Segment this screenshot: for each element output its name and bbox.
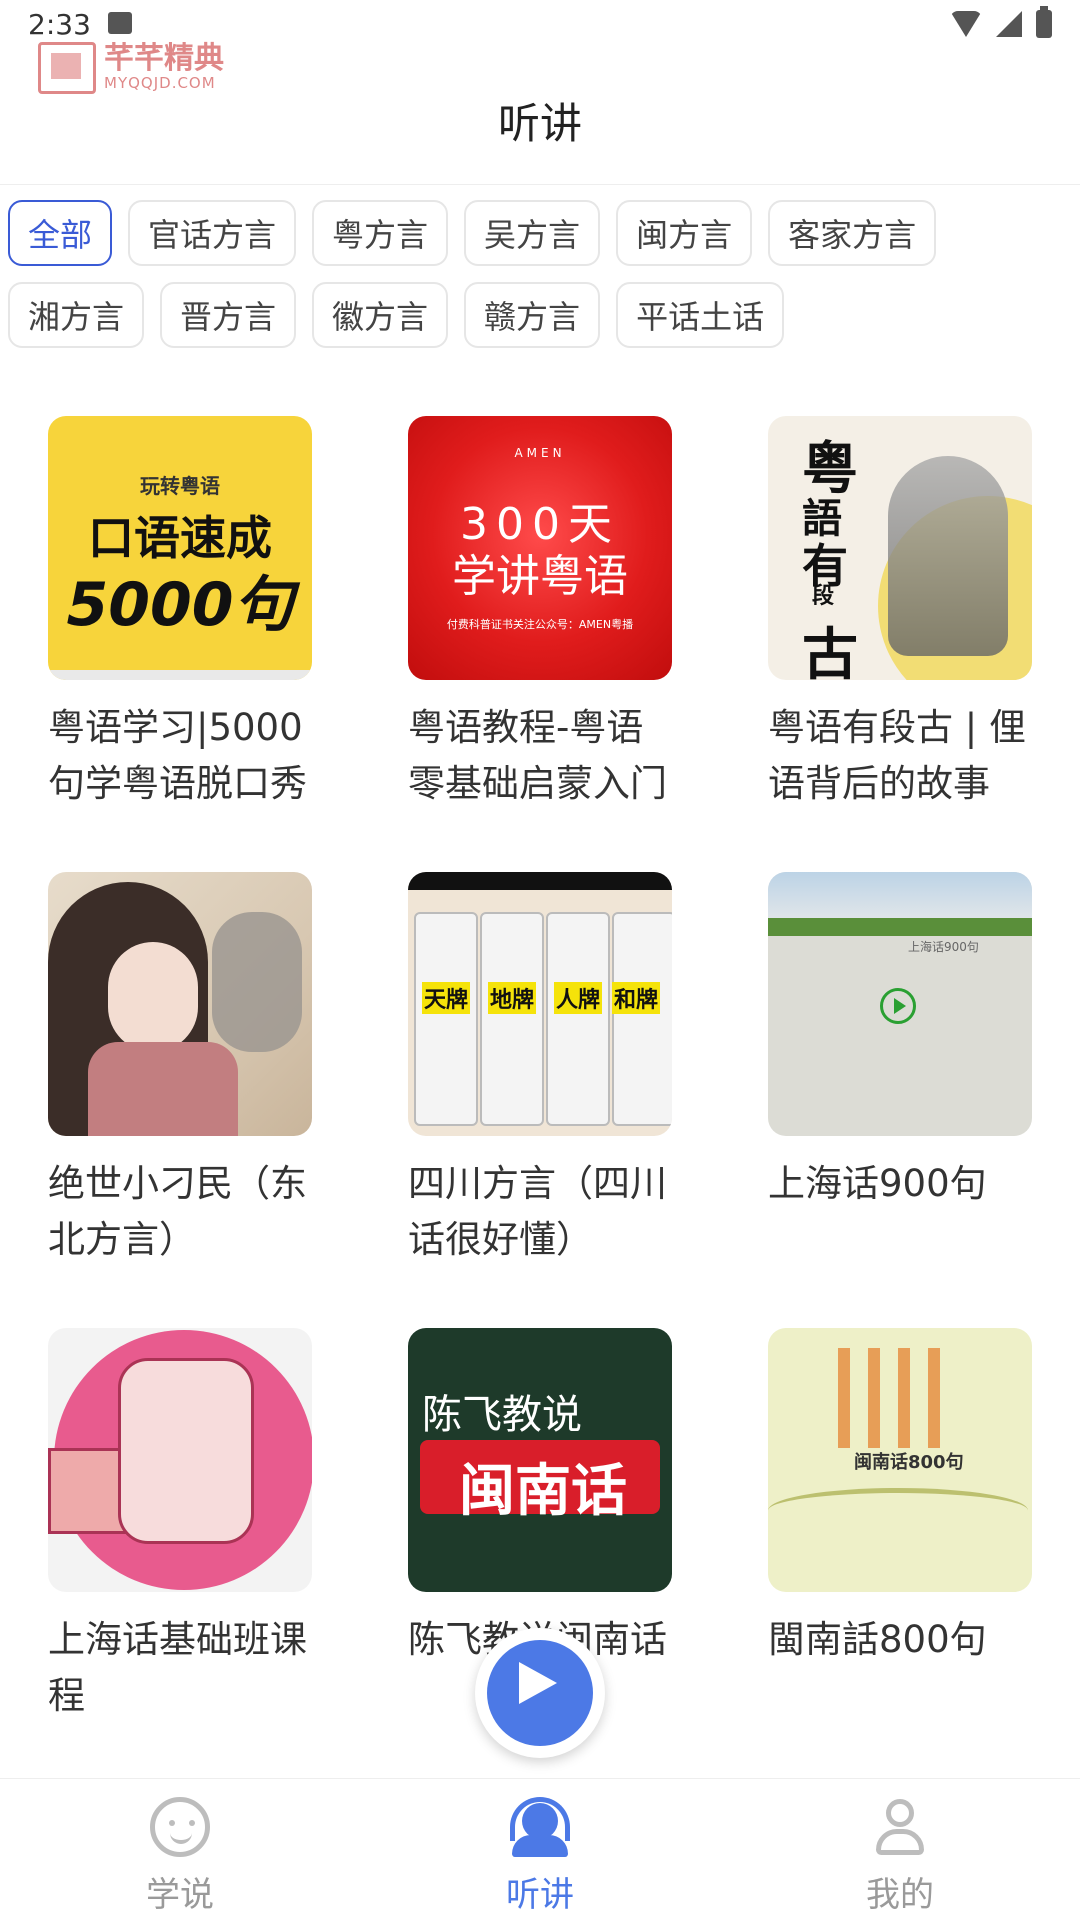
tab-label: 我的 bbox=[866, 1875, 934, 1915]
status-icons bbox=[950, 6, 1052, 38]
mahjong-tile bbox=[612, 912, 672, 1126]
course-title[interactable]: 绝世小刁民（东北方言） bbox=[48, 1156, 318, 1268]
battery-icon bbox=[1036, 6, 1052, 38]
page-title: 听讲 bbox=[497, 99, 582, 148]
dialect-filter-chips: 全部 官话方言 粤方言 吴方言 闽方言 客家方言 湘方言 晋方言 徽方言 赣方言… bbox=[8, 200, 1072, 348]
body-shape bbox=[876, 1829, 924, 1855]
course-card[interactable]: 闽南话800句 閩南話800句 bbox=[768, 1328, 1032, 1668]
cover-band bbox=[48, 670, 312, 680]
cover-text: 5000句 bbox=[66, 570, 294, 640]
cover-face bbox=[108, 942, 198, 1052]
cover-text: 人牌 bbox=[554, 982, 603, 1014]
cover-text: 闽南话 bbox=[459, 1459, 627, 1524]
status-time: 2:33 bbox=[28, 8, 91, 41]
course-cover[interactable] bbox=[48, 1328, 312, 1592]
filter-chip-all[interactable]: 全部 bbox=[8, 200, 113, 266]
tab-learn-speak[interactable]: 学说 bbox=[80, 1797, 280, 1916]
course-cover[interactable]: 粤 語 有 段 古 bbox=[768, 416, 1032, 680]
filter-chip-hui[interactable]: 徽方言 bbox=[312, 282, 449, 348]
chat-face-icon bbox=[150, 1797, 210, 1857]
headphones-user-icon bbox=[510, 1797, 570, 1857]
tab-me[interactable]: 我的 bbox=[800, 1797, 1000, 1916]
play-circle-icon bbox=[880, 988, 916, 1024]
head-shape bbox=[522, 1803, 558, 1839]
filter-chip-wu[interactable]: 吴方言 bbox=[464, 200, 601, 266]
filter-chip-mandarin[interactable]: 官话方言 bbox=[128, 200, 297, 266]
course-cover[interactable]: 陈飞教说 闽南话 bbox=[408, 1328, 672, 1592]
course-card[interactable]: 天牌 地牌 人牌 和牌 四川方言（四川话很好懂） bbox=[408, 872, 672, 1268]
cover-text: 玩转粤语 bbox=[140, 474, 220, 498]
course-card[interactable]: 粤 語 有 段 古 粤语有段古 | 俚语背后的故事 bbox=[768, 416, 1032, 812]
course-card[interactable]: 绝世小刁民（东北方言） bbox=[48, 872, 312, 1268]
filter-chip-yue[interactable]: 粤方言 bbox=[312, 200, 449, 266]
course-title[interactable]: 閩南話800句 bbox=[768, 1612, 1038, 1668]
user-icon bbox=[870, 1797, 930, 1857]
tab-label: 听讲 bbox=[506, 1875, 574, 1915]
wifi-icon bbox=[950, 11, 982, 37]
filter-chip-min[interactable]: 闽方言 bbox=[616, 200, 753, 266]
cover-text: 段 bbox=[812, 584, 835, 609]
course-card[interactable]: 上海话900句 上海话900句 bbox=[768, 872, 1032, 1212]
cover-text: 闽南话800句 bbox=[854, 1452, 964, 1473]
image-notification-icon bbox=[108, 12, 132, 34]
course-title[interactable]: 四川方言（四川话很好懂） bbox=[408, 1156, 678, 1268]
bottom-nav: 学说 听讲 我的 bbox=[0, 1778, 1080, 1921]
cover-text: 和牌 bbox=[612, 982, 661, 1014]
filter-chip-pinghua[interactable]: 平话土话 bbox=[616, 282, 785, 348]
cover-text: 学讲粤语 bbox=[452, 551, 628, 602]
mahjong-tile bbox=[480, 912, 544, 1126]
filter-chip-hakka[interactable]: 客家方言 bbox=[768, 200, 937, 266]
tab-listen[interactable]: 听讲 bbox=[440, 1797, 640, 1916]
course-cover[interactable]: AMEN 300天 学讲粤语 付费科普证书关注公众号：AMEN粤播 bbox=[408, 416, 672, 680]
course-cover[interactable] bbox=[48, 872, 312, 1136]
course-title[interactable]: 粤语有段古 | 俚语背后的故事 bbox=[768, 700, 1038, 812]
head-shape bbox=[886, 1799, 914, 1827]
course-card[interactable]: AMEN 300天 学讲粤语 付费科普证书关注公众号：AMEN粤播 粤语教程-粤… bbox=[408, 416, 672, 812]
signal-icon bbox=[996, 11, 1022, 37]
cover-figures bbox=[838, 1348, 958, 1448]
course-card[interactable]: 上海话基础班课程 bbox=[48, 1328, 312, 1724]
course-cover[interactable]: 天牌 地牌 人牌 和牌 bbox=[408, 872, 672, 1136]
page-header: 听讲 bbox=[0, 60, 1080, 185]
floating-play-button[interactable] bbox=[475, 1628, 605, 1758]
cover-text: 地牌 bbox=[488, 982, 537, 1014]
cover-text: 陈飞教说 bbox=[422, 1392, 582, 1438]
course-title[interactable]: 粤语学习|5000句学粤语脱口秀 bbox=[48, 700, 318, 812]
course-card[interactable]: 陈飞教说 闽南话 陈飞教说闽南话 bbox=[408, 1328, 672, 1668]
course-cover[interactable]: 闽南话800句 bbox=[768, 1328, 1032, 1592]
cover-text: AMEN bbox=[514, 446, 566, 460]
cover-text: 上海话900句 bbox=[908, 940, 979, 954]
body-shape bbox=[512, 1835, 568, 1857]
course-cover[interactable]: 玩转粤语 口语速成 5000句 bbox=[48, 416, 312, 680]
cover-text: 天牌 bbox=[422, 982, 471, 1014]
cover-figure bbox=[888, 456, 1008, 656]
cover-wolf bbox=[212, 912, 302, 1052]
course-cover[interactable]: 上海话900句 bbox=[768, 872, 1032, 1136]
filter-chip-jin[interactable]: 晋方言 bbox=[160, 282, 297, 348]
course-title[interactable]: 上海话基础班课程 bbox=[48, 1612, 318, 1724]
cover-grass bbox=[768, 918, 1032, 936]
filter-chip-gan[interactable]: 赣方言 bbox=[464, 282, 601, 348]
course-card[interactable]: 玩转粤语 口语速成 5000句 粤语学习|5000句学粤语脱口秀 bbox=[48, 416, 312, 812]
mahjong-tile bbox=[414, 912, 478, 1126]
cover-text: 古 bbox=[802, 623, 858, 680]
play-icon bbox=[519, 1662, 557, 1704]
mahjong-tile bbox=[546, 912, 610, 1126]
filter-chip-xiang[interactable]: 湘方言 bbox=[8, 282, 145, 348]
cover-road bbox=[768, 1488, 1028, 1533]
cover-text: 付费科普证书关注公众号：AMEN粤播 bbox=[446, 618, 634, 631]
course-title[interactable]: 粤语教程-粤语零基础启蒙入门 bbox=[408, 700, 678, 812]
cover-cloth bbox=[88, 1042, 238, 1136]
course-title[interactable]: 上海话900句 bbox=[768, 1156, 1038, 1212]
tab-label: 学说 bbox=[146, 1875, 214, 1915]
thumbs-up-icon bbox=[118, 1358, 254, 1544]
cover-bar bbox=[408, 872, 672, 890]
